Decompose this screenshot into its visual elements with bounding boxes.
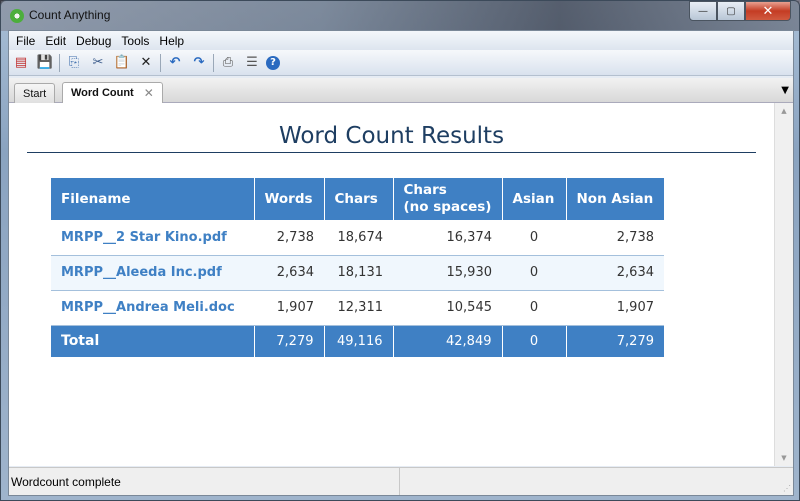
header-filename: Filename bbox=[51, 178, 255, 220]
total-label: Total bbox=[51, 325, 255, 357]
tab-list-dropdown-icon[interactable]: ▼ bbox=[781, 85, 789, 96]
header-chars-no-spaces: Chars (no spaces) bbox=[393, 178, 503, 220]
save-icon[interactable]: 💾 bbox=[35, 53, 55, 73]
results-table: Filename Words Chars Chars (no spaces) A… bbox=[51, 178, 664, 357]
cell-asian: 0 bbox=[502, 255, 566, 291]
scroll-up-icon[interactable]: ▲ bbox=[775, 103, 793, 119]
menu-bar: File Edit Debug Tools Help bbox=[9, 31, 793, 50]
header-non-asian: Non Asian bbox=[566, 178, 664, 220]
cell-non-asian: 2,738 bbox=[566, 220, 664, 256]
total-chars-no-spaces: 42,849 bbox=[393, 325, 503, 357]
print-icon[interactable]: ⎙ bbox=[218, 53, 238, 73]
tab-close-icon[interactable]: ✕ bbox=[144, 86, 154, 100]
tab-start-label: Start bbox=[23, 87, 47, 100]
toolbar: ▤ 💾 ⎘ ✂ 📋 ✕ ↶ ↷ ⎙ ☰ ? bbox=[9, 50, 793, 76]
header-words: Words bbox=[254, 178, 325, 220]
toolbar-separator bbox=[160, 53, 161, 72]
cell-chars-no-spaces: 15,930 bbox=[393, 255, 502, 291]
cell-chars: 18,131 bbox=[324, 255, 393, 291]
header-asian: Asian bbox=[502, 178, 567, 220]
paste-icon[interactable]: 📋 bbox=[112, 53, 132, 73]
cell-asian: 0 bbox=[502, 220, 566, 256]
undo-icon[interactable]: ↶ bbox=[165, 53, 185, 73]
cell-chars: 12,311 bbox=[324, 290, 393, 326]
client-area: File Edit Debug Tools Help ▤ 💾 ⎘ ✂ 📋 ✕ ↶… bbox=[8, 30, 794, 496]
tab-start[interactable]: Start bbox=[14, 83, 56, 103]
status-bar: Wordcount complete ⋰ bbox=[9, 467, 793, 495]
cell-chars-no-spaces: 16,374 bbox=[393, 220, 502, 256]
menu-help[interactable]: Help bbox=[154, 34, 189, 48]
cell-non-asian: 2,634 bbox=[566, 255, 664, 291]
window-title: Count Anything bbox=[29, 8, 111, 22]
help-icon[interactable]: ? bbox=[266, 55, 280, 70]
delete-icon[interactable]: ✕ bbox=[136, 53, 156, 73]
resize-grip-icon[interactable]: ⋰ bbox=[783, 484, 791, 493]
copy-icon[interactable]: ⎘ bbox=[64, 53, 84, 73]
tab-word-count[interactable]: Word Count ✕ bbox=[62, 82, 163, 103]
header-chars: Chars bbox=[324, 178, 394, 220]
tab-strip: Start Word Count ✕ ▼ bbox=[9, 78, 793, 103]
title-divider bbox=[27, 152, 756, 153]
report-view: Word Count Results Filename Words Chars … bbox=[9, 103, 774, 466]
toolbar-separator bbox=[213, 53, 214, 72]
page-title: Word Count Results bbox=[278, 123, 505, 149]
cell-non-asian: 1,907 bbox=[566, 290, 664, 326]
table-row: MRPP__Andrea Meli.doc 1,907 12,311 10,54… bbox=[51, 290, 664, 326]
cell-words: 1,907 bbox=[254, 290, 324, 326]
table-header-row: Filename Words Chars Chars (no spaces) A… bbox=[51, 178, 664, 220]
open-project-icon[interactable]: ▤ bbox=[11, 53, 31, 73]
cell-words: 2,634 bbox=[254, 255, 324, 291]
properties-icon[interactable]: ☰ bbox=[242, 53, 262, 73]
table-row: MRPP__2 Star Kino.pdf 2,738 18,674 16,37… bbox=[51, 220, 664, 256]
minimize-button[interactable]: — bbox=[689, 1, 717, 21]
menu-tools[interactable]: Tools bbox=[116, 34, 154, 48]
maximize-button[interactable]: ▢ bbox=[717, 1, 745, 21]
menu-file[interactable]: File bbox=[11, 34, 40, 48]
cell-filename[interactable]: MRPP__Aleeda Inc.pdf bbox=[51, 255, 254, 291]
cell-filename[interactable]: MRPP__Andrea Meli.doc bbox=[51, 290, 254, 326]
scroll-down-icon[interactable]: ▼ bbox=[775, 450, 793, 466]
menu-debug[interactable]: Debug bbox=[71, 34, 116, 48]
cell-asian: 0 bbox=[502, 290, 566, 326]
header-chars-no-spaces-line1: Chars bbox=[403, 182, 447, 198]
close-button[interactable]: ✕ bbox=[745, 1, 791, 21]
app-window: Count Anything — ▢ ✕ File Edit Debug Too… bbox=[0, 0, 800, 501]
total-chars: 49,116 bbox=[324, 325, 394, 357]
toolbar-separator bbox=[59, 53, 60, 72]
cell-chars-no-spaces: 10,545 bbox=[393, 290, 502, 326]
table-row: MRPP__Aleeda Inc.pdf 2,634 18,131 15,930… bbox=[51, 255, 664, 291]
title-bar[interactable]: Count Anything — ▢ ✕ bbox=[1, 1, 799, 31]
header-chars-no-spaces-line2: (no spaces) bbox=[403, 199, 492, 215]
app-logo-icon bbox=[10, 9, 24, 23]
status-message: Wordcount complete bbox=[9, 468, 400, 495]
total-non-asian: 7,279 bbox=[566, 325, 664, 357]
cut-icon[interactable]: ✂ bbox=[88, 53, 108, 73]
vertical-scrollbar[interactable]: ▲ ▼ bbox=[774, 103, 793, 466]
tab-word-count-label: Word Count bbox=[71, 87, 134, 99]
total-words: 7,279 bbox=[254, 325, 325, 357]
redo-icon[interactable]: ↷ bbox=[189, 53, 209, 73]
cell-chars: 18,674 bbox=[324, 220, 393, 256]
menu-edit[interactable]: Edit bbox=[40, 34, 71, 48]
total-asian: 0 bbox=[502, 325, 567, 357]
cell-filename[interactable]: MRPP__2 Star Kino.pdf bbox=[51, 220, 254, 256]
cell-words: 2,738 bbox=[254, 220, 324, 256]
total-row: Total 7,279 49,116 42,849 0 7,279 bbox=[51, 325, 664, 357]
